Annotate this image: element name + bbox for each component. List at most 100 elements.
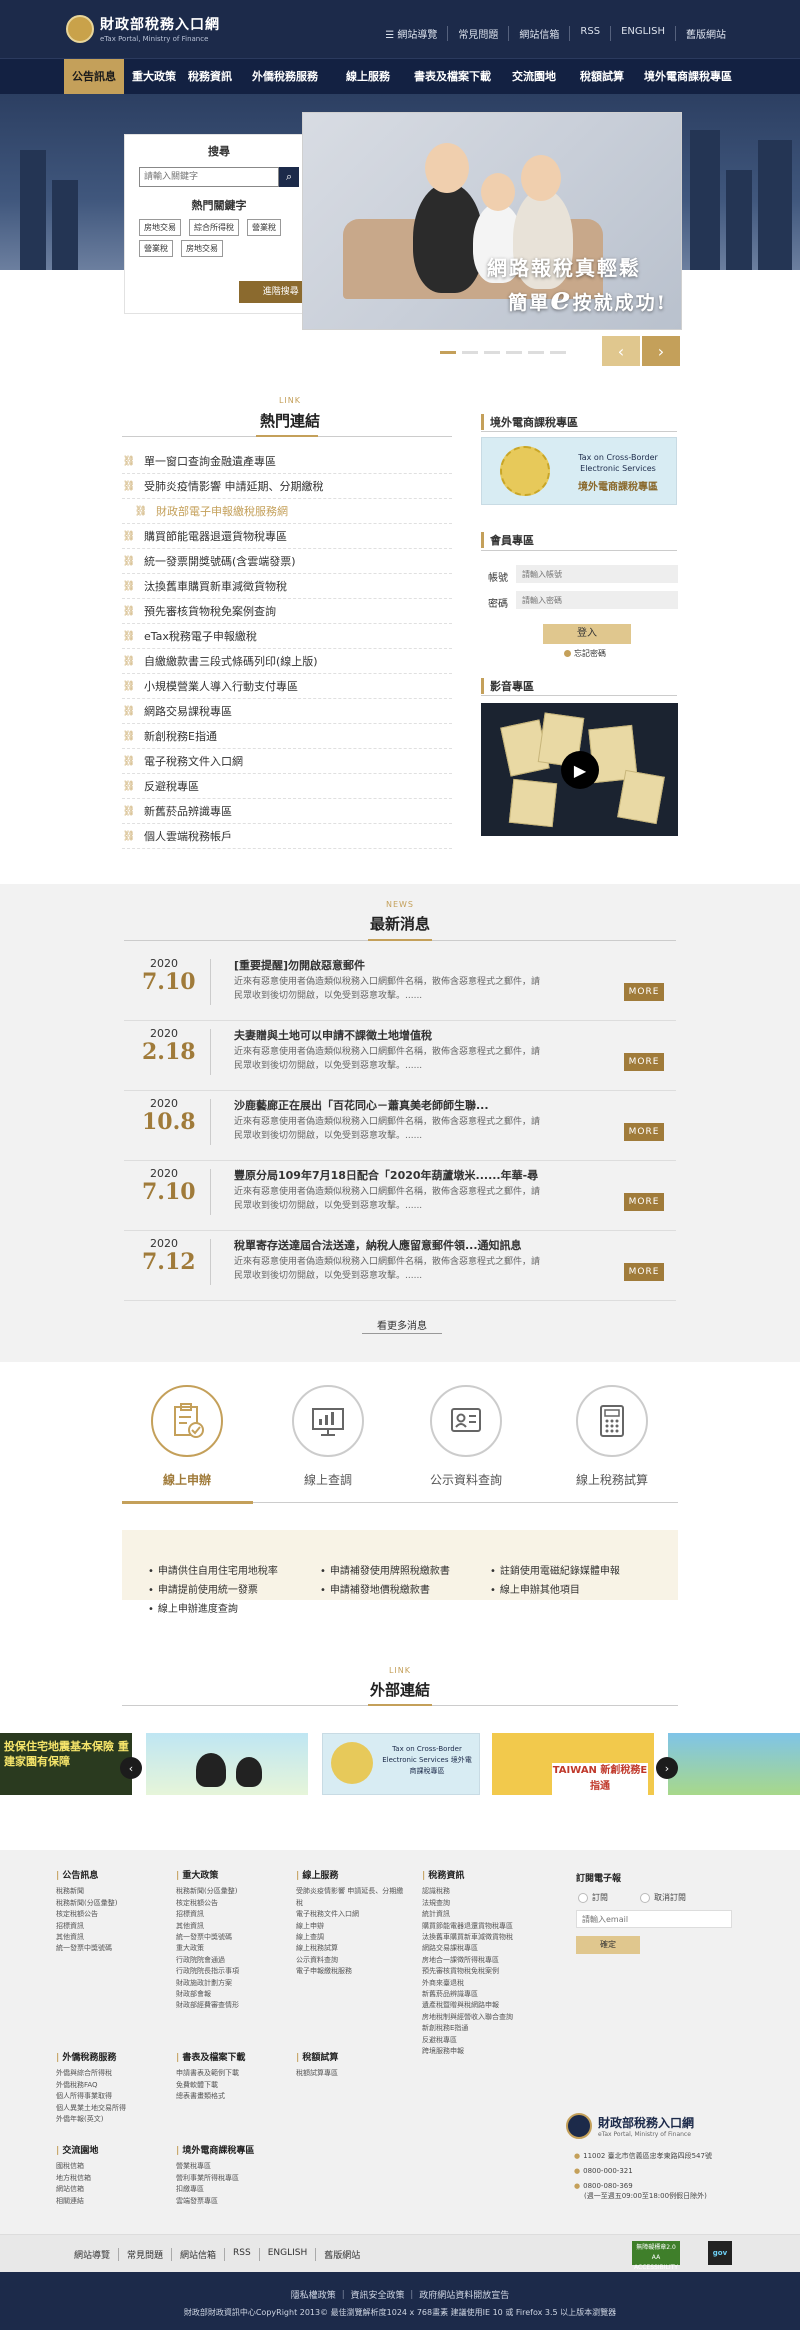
service-link[interactable]: 註銷使用電磁紀錄媒體申報 — [490, 1562, 620, 1577]
service-link[interactable]: 申請供住自用住宅用地稅率 — [148, 1562, 278, 1577]
top-link-sitemap[interactable]: ☰ 網站導覽 — [375, 26, 449, 41]
service-link[interactable]: 申請補發地價稅繳款書 — [320, 1581, 430, 1596]
keyword-tag[interactable]: 房地交易 — [139, 219, 181, 236]
external-link-card[interactable]: TAIWAN 新創稅務E指通 — [492, 1733, 654, 1795]
footer-link[interactable]: 公示資料查詢 — [296, 1955, 408, 1966]
hot-link[interactable]: ⛓ 汰換舊車購買新車減徵貨物稅 — [122, 574, 452, 599]
nav-item-online[interactable]: 線上服務 — [346, 59, 390, 95]
footer-bottom-link[interactable]: 舊版網站 — [316, 2248, 368, 2261]
footer-bottom-link[interactable]: RSS — [225, 2248, 260, 2261]
footer-link[interactable]: 網站信箱 — [56, 2184, 166, 2195]
hot-link[interactable]: ⛓ 單一窗口查詢金融遺產專區 — [122, 449, 452, 474]
hot-link[interactable]: ⛓ 預先審核貨物稅免案例查詢 — [122, 599, 452, 624]
external-link-card[interactable]: 投保住宅地震基本保險 重建家園有保障 — [0, 1733, 132, 1795]
footer-link[interactable]: 預先審核貨物稅免稅案例 — [422, 1966, 542, 1977]
news-item[interactable]: 2020 10.8 沙鹿藝廊正在展出「百花同心－蕭真美老師師生聯... 近來有惡… — [124, 1093, 676, 1161]
footer-link[interactable]: 電子稅務文件入口網 — [296, 1909, 408, 1920]
footer-link[interactable]: 個人異業土地交易所得 — [56, 2103, 166, 2114]
carousel-next-button[interactable]: › — [656, 1757, 678, 1779]
footer-link[interactable]: 總表書畫類格式 — [176, 2091, 288, 2102]
footer-bottom-link[interactable]: 網站信箱 — [172, 2248, 226, 2261]
footer-link[interactable]: 相關連結 — [56, 2196, 166, 2207]
slide-dot[interactable] — [440, 351, 456, 354]
footer-link[interactable]: 法規查詢 — [422, 1898, 542, 1909]
hot-link[interactable]: ⛓ 電子稅務文件入口網 — [122, 749, 452, 774]
footer-link[interactable]: 稅務新聞(分區彙整) — [176, 1886, 288, 1897]
hot-link[interactable]: ⛓ 網路交易課稅專區 — [122, 699, 452, 724]
slide-dot[interactable] — [550, 351, 566, 354]
news-item[interactable]: 2020 2.18 夫妻贈與土地可以申請不課徵土地增值稅 近來有惡意使用者偽造類… — [124, 1023, 676, 1091]
hot-link[interactable]: ⛓ 新舊菸品辨識專區 — [122, 799, 452, 824]
footer-bottom-link[interactable]: 常見問題 — [119, 2248, 173, 2261]
nav-item-foreigner[interactable]: 外僑稅務服務 — [252, 59, 318, 95]
service-link[interactable]: 申請補發使用牌照稅繳款書 — [320, 1562, 450, 1577]
footer-link[interactable]: 核定稅額公告 — [56, 1909, 166, 1920]
hot-link[interactable]: ⛓ 小規模營業人導入行動支付專區 — [122, 674, 452, 699]
external-link-card[interactable] — [668, 1733, 800, 1795]
footer-link[interactable]: 重大政策 — [176, 1943, 288, 1954]
login-button[interactable]: 登入 — [543, 624, 631, 644]
footer-link[interactable]: 房地稅制與經營收入聯合查詢 — [422, 2012, 542, 2023]
newsletter-email-input[interactable] — [576, 1910, 732, 1928]
news-item[interactable]: 2020 7.10 [重要提醒]勿開啟惡意郵件 近來有惡意使用者偽造類似稅務入口… — [124, 953, 676, 1021]
accessibility-badge[interactable]: 無障礙標章2.0 AA ACCESSIBILITY — [632, 2241, 680, 2271]
footer-link[interactable]: 購買節能電器退還貨物稅專區 — [422, 1921, 542, 1932]
more-button[interactable]: MORE — [624, 1193, 664, 1211]
footer-link[interactable]: 電子申報繳稅服務 — [296, 1966, 408, 1977]
hot-link[interactable]: ⛓ 新創稅務E指通 — [122, 724, 452, 749]
slide-dot[interactable] — [528, 351, 544, 354]
footer-link[interactable]: 受肺炎疫情影響 申請延長、分期繳稅 — [296, 1886, 408, 1909]
policy-links[interactable]: 隱私權政策 ｜ 資訊安全政策 ｜ 政府網站資料開放宣告 — [0, 2288, 800, 2301]
more-button[interactable]: MORE — [624, 1123, 664, 1141]
top-link-old-site[interactable]: 舊版網站 — [676, 26, 736, 41]
footer-link[interactable]: 跨境服務申報 — [422, 2046, 542, 2057]
footer-link[interactable]: 財政部會報 — [176, 1989, 288, 2000]
footer-link[interactable]: 線上稅務試算 — [296, 1943, 408, 1954]
footer-link[interactable]: 線上查調 — [296, 1932, 408, 1943]
slide-prev-button[interactable]: ‹ — [602, 336, 640, 366]
footer-link[interactable]: 營業稅專區 — [176, 2161, 288, 2172]
search-button[interactable]: ⌕ — [279, 167, 299, 187]
footer-link[interactable]: 線上申辦 — [296, 1921, 408, 1932]
footer-link[interactable]: 統一發票中獎號碼 — [176, 1932, 288, 1943]
footer-link[interactable]: 統一發票中獎號碼 — [56, 1943, 166, 1954]
hot-link[interactable]: ⛓ 個人雲端稅務帳戶 — [122, 824, 452, 849]
gov-badge[interactable]: gov — [708, 2241, 732, 2265]
news-item[interactable]: 2020 7.12 稅單寄存送達屆合法送達，納稅人應留意郵件領...通知訊息 近… — [124, 1233, 676, 1301]
hot-link[interactable]: ⛓ 統一發票開獎號碼(含雲端發票) — [122, 549, 452, 574]
password-input[interactable] — [516, 591, 678, 609]
news-item[interactable]: 2020 7.10 豐原分局109年7月18日配合「2020年葫蘆墩米.....… — [124, 1163, 676, 1231]
nav-item-forum[interactable]: 交流園地 — [512, 59, 556, 95]
footer-link[interactable]: 外僑年報(英文) — [56, 2114, 166, 2125]
hot-link[interactable]: ⛓ 反避稅專區 — [122, 774, 452, 799]
footer-link[interactable]: 稅務新聞 — [56, 1886, 166, 1897]
nav-item-tax-info[interactable]: 稅務資訊 — [188, 59, 232, 95]
slide-dot[interactable] — [484, 351, 500, 354]
footer-link[interactable]: 稅務新聞(分區彙整) — [56, 1898, 166, 1909]
footer-link[interactable]: 招標資訊 — [176, 1909, 288, 1920]
slide-next-button[interactable]: › — [642, 336, 680, 366]
more-button[interactable]: MORE — [624, 1263, 664, 1281]
footer-bottom-link[interactable]: 網站導覽 — [66, 2248, 120, 2261]
tab-public-data[interactable]: 公示資料查詢 — [406, 1385, 526, 1488]
search-input[interactable] — [139, 167, 280, 187]
footer-link[interactable]: 個人所得事業取得 — [56, 2091, 166, 2102]
play-icon[interactable]: ▶ — [561, 751, 599, 789]
slide-dot[interactable] — [462, 351, 478, 354]
service-link[interactable]: 線上申辦其他項目 — [490, 1581, 580, 1596]
top-link-mailbox[interactable]: 網站信箱 — [509, 26, 571, 41]
service-link[interactable]: 申請提前使用統一發票 — [148, 1581, 258, 1596]
footer-link[interactable]: 外僑與綜合所得稅 — [56, 2068, 166, 2079]
footer-link[interactable]: 行政院院長指示事項 — [176, 1966, 288, 1977]
unsubscribe-radio[interactable]: 取消訂閱 — [640, 1892, 686, 1903]
news-headline[interactable]: 稅單寄存送達屆合法送達，納稅人應留意郵件領...通知訊息 — [234, 1237, 522, 1253]
slide-dot[interactable] — [506, 351, 522, 354]
external-link-card[interactable] — [146, 1733, 308, 1795]
more-button[interactable]: MORE — [624, 983, 664, 1001]
keyword-tag[interactable]: 營業稅 — [247, 219, 281, 236]
hero-slide[interactable]: 網路報稅真輕鬆 簡單e按就成功! — [302, 112, 682, 330]
site-logo[interactable]: 財政部稅務入口網 eTax Portal, Ministry of Financ… — [66, 14, 220, 43]
service-link[interactable]: 線上申辦進度查詢 — [148, 1600, 238, 1615]
external-link-card[interactable]: Tax on Cross-Border Electronic Services … — [322, 1733, 480, 1795]
tab-tax-calculator[interactable]: 線上稅務試算 — [552, 1385, 672, 1488]
